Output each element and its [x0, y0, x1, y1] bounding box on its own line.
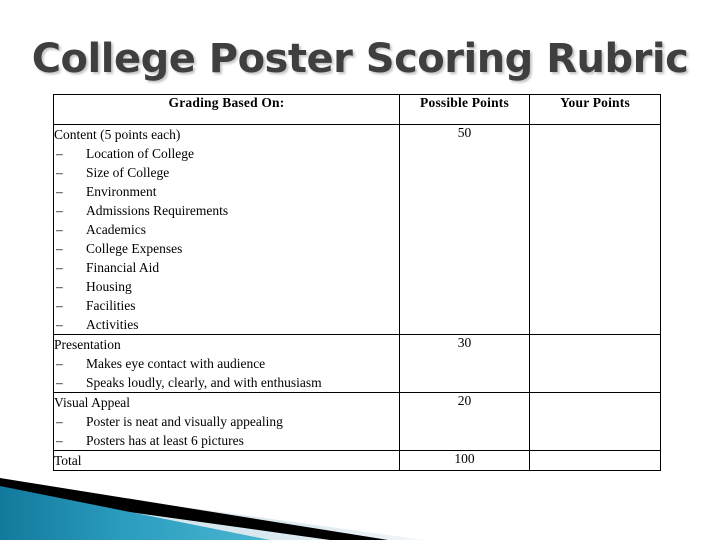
section-title: Content (5 points each)	[54, 127, 181, 142]
criteria-cell-total: Total	[53, 450, 400, 471]
list-item: – Posters has at least 6 pictures	[54, 431, 399, 450]
table-row: Total 100	[53, 450, 661, 471]
list-item-label: Posters has at least 6 pictures	[86, 433, 244, 448]
bullet-dash-icon: –	[56, 222, 63, 237]
possible-points-value: 100	[399, 450, 530, 471]
list-item: – Admissions Requirements	[54, 201, 399, 220]
bullet-dash-icon: –	[56, 260, 63, 275]
bullet-dash-icon: –	[56, 241, 63, 256]
list-item-label: Size of College	[86, 165, 170, 180]
list-item: – Size of College	[54, 163, 399, 182]
bullet-dash-icon: –	[56, 317, 63, 332]
column-header-criteria: Grading Based On:	[53, 94, 400, 125]
your-points-value[interactable]	[529, 334, 661, 393]
bullet-dash-icon: –	[56, 356, 63, 371]
criteria-cell-content: Content (5 points each) – Location of Col…	[53, 124, 400, 335]
list-item: – Environment	[54, 182, 399, 201]
column-header-possible-points: Possible Points	[399, 94, 530, 125]
list-item-label: Makes eye contact with audience	[86, 356, 266, 371]
list-item-label: Academics	[86, 222, 146, 237]
possible-points-value: 20	[399, 392, 530, 451]
bullet-dash-icon: –	[56, 433, 63, 448]
table-header-row: Grading Based On: Possible Points Your P…	[53, 94, 661, 125]
list-item: – Academics	[54, 220, 399, 239]
column-header-your-points: Your Points	[529, 94, 661, 125]
table-row: Content (5 points each) – Location of Col…	[53, 124, 661, 335]
bullet-dash-icon: –	[56, 184, 63, 199]
list-item-label: Poster is neat and visually appealing	[86, 414, 283, 429]
criteria-cell-visual-appeal: Visual Appeal – Poster is neat and visual…	[53, 392, 400, 451]
list-item: – Activities	[54, 315, 399, 334]
possible-points-value: 50	[399, 124, 530, 335]
list-item-label: Facilities	[86, 298, 136, 313]
your-points-value[interactable]	[529, 124, 661, 335]
bullet-dash-icon: –	[56, 279, 63, 294]
your-points-value[interactable]	[529, 450, 661, 471]
list-item: – Housing	[54, 277, 399, 296]
teal-triangle-shape	[0, 486, 270, 540]
list-item: – Facilities	[54, 296, 399, 315]
black-stripe-shape	[0, 478, 388, 540]
bullet-dash-icon: –	[56, 165, 63, 180]
list-item: – Makes eye contact with audience	[54, 354, 399, 373]
bullet-dash-icon: –	[56, 375, 63, 390]
list-item-label: Environment	[86, 184, 157, 199]
section-title: Presentation	[54, 337, 121, 352]
page-title: College Poster Scoring Rubric	[31, 36, 689, 82]
list-item-label: Housing	[86, 279, 132, 294]
list-item-label: Financial Aid	[86, 260, 160, 275]
section-title: Visual Appeal	[54, 395, 131, 410]
list-item-label: Location of College	[86, 146, 194, 161]
table-row: Presentation – Makes eye contact with aud…	[53, 334, 661, 393]
list-item-label: Admissions Requirements	[86, 203, 229, 218]
bullet-dash-icon: –	[56, 414, 63, 429]
table-row: Visual Appeal – Poster is neat and visual…	[53, 392, 661, 451]
criteria-cell-presentation: Presentation – Makes eye contact with aud…	[53, 334, 400, 393]
bullet-dash-icon: –	[56, 298, 63, 313]
list-item: – Speaks loudly, clearly, and with enthus…	[54, 373, 399, 392]
list-item-label: Activities	[86, 317, 139, 332]
rubric-table: Grading Based On: Possible Points Your P…	[53, 94, 661, 471]
list-item: – College Expenses	[54, 239, 399, 258]
list-item-label: College Expenses	[86, 241, 183, 256]
list-item: – Location of College	[54, 144, 399, 163]
list-item-label: Speaks loudly, clearly, and with enthusi…	[86, 375, 322, 390]
list-item: – Poster is neat and visually appealing	[54, 412, 399, 431]
bullet-dash-icon: –	[56, 146, 63, 161]
section-title: Total	[54, 453, 82, 468]
list-item: – Financial Aid	[54, 258, 399, 277]
bullet-dash-icon: –	[56, 203, 63, 218]
bottom-left-banner-decoration	[0, 478, 425, 540]
light-band-shape	[0, 482, 425, 540]
possible-points-value: 30	[399, 334, 530, 393]
your-points-value[interactable]	[529, 392, 661, 451]
